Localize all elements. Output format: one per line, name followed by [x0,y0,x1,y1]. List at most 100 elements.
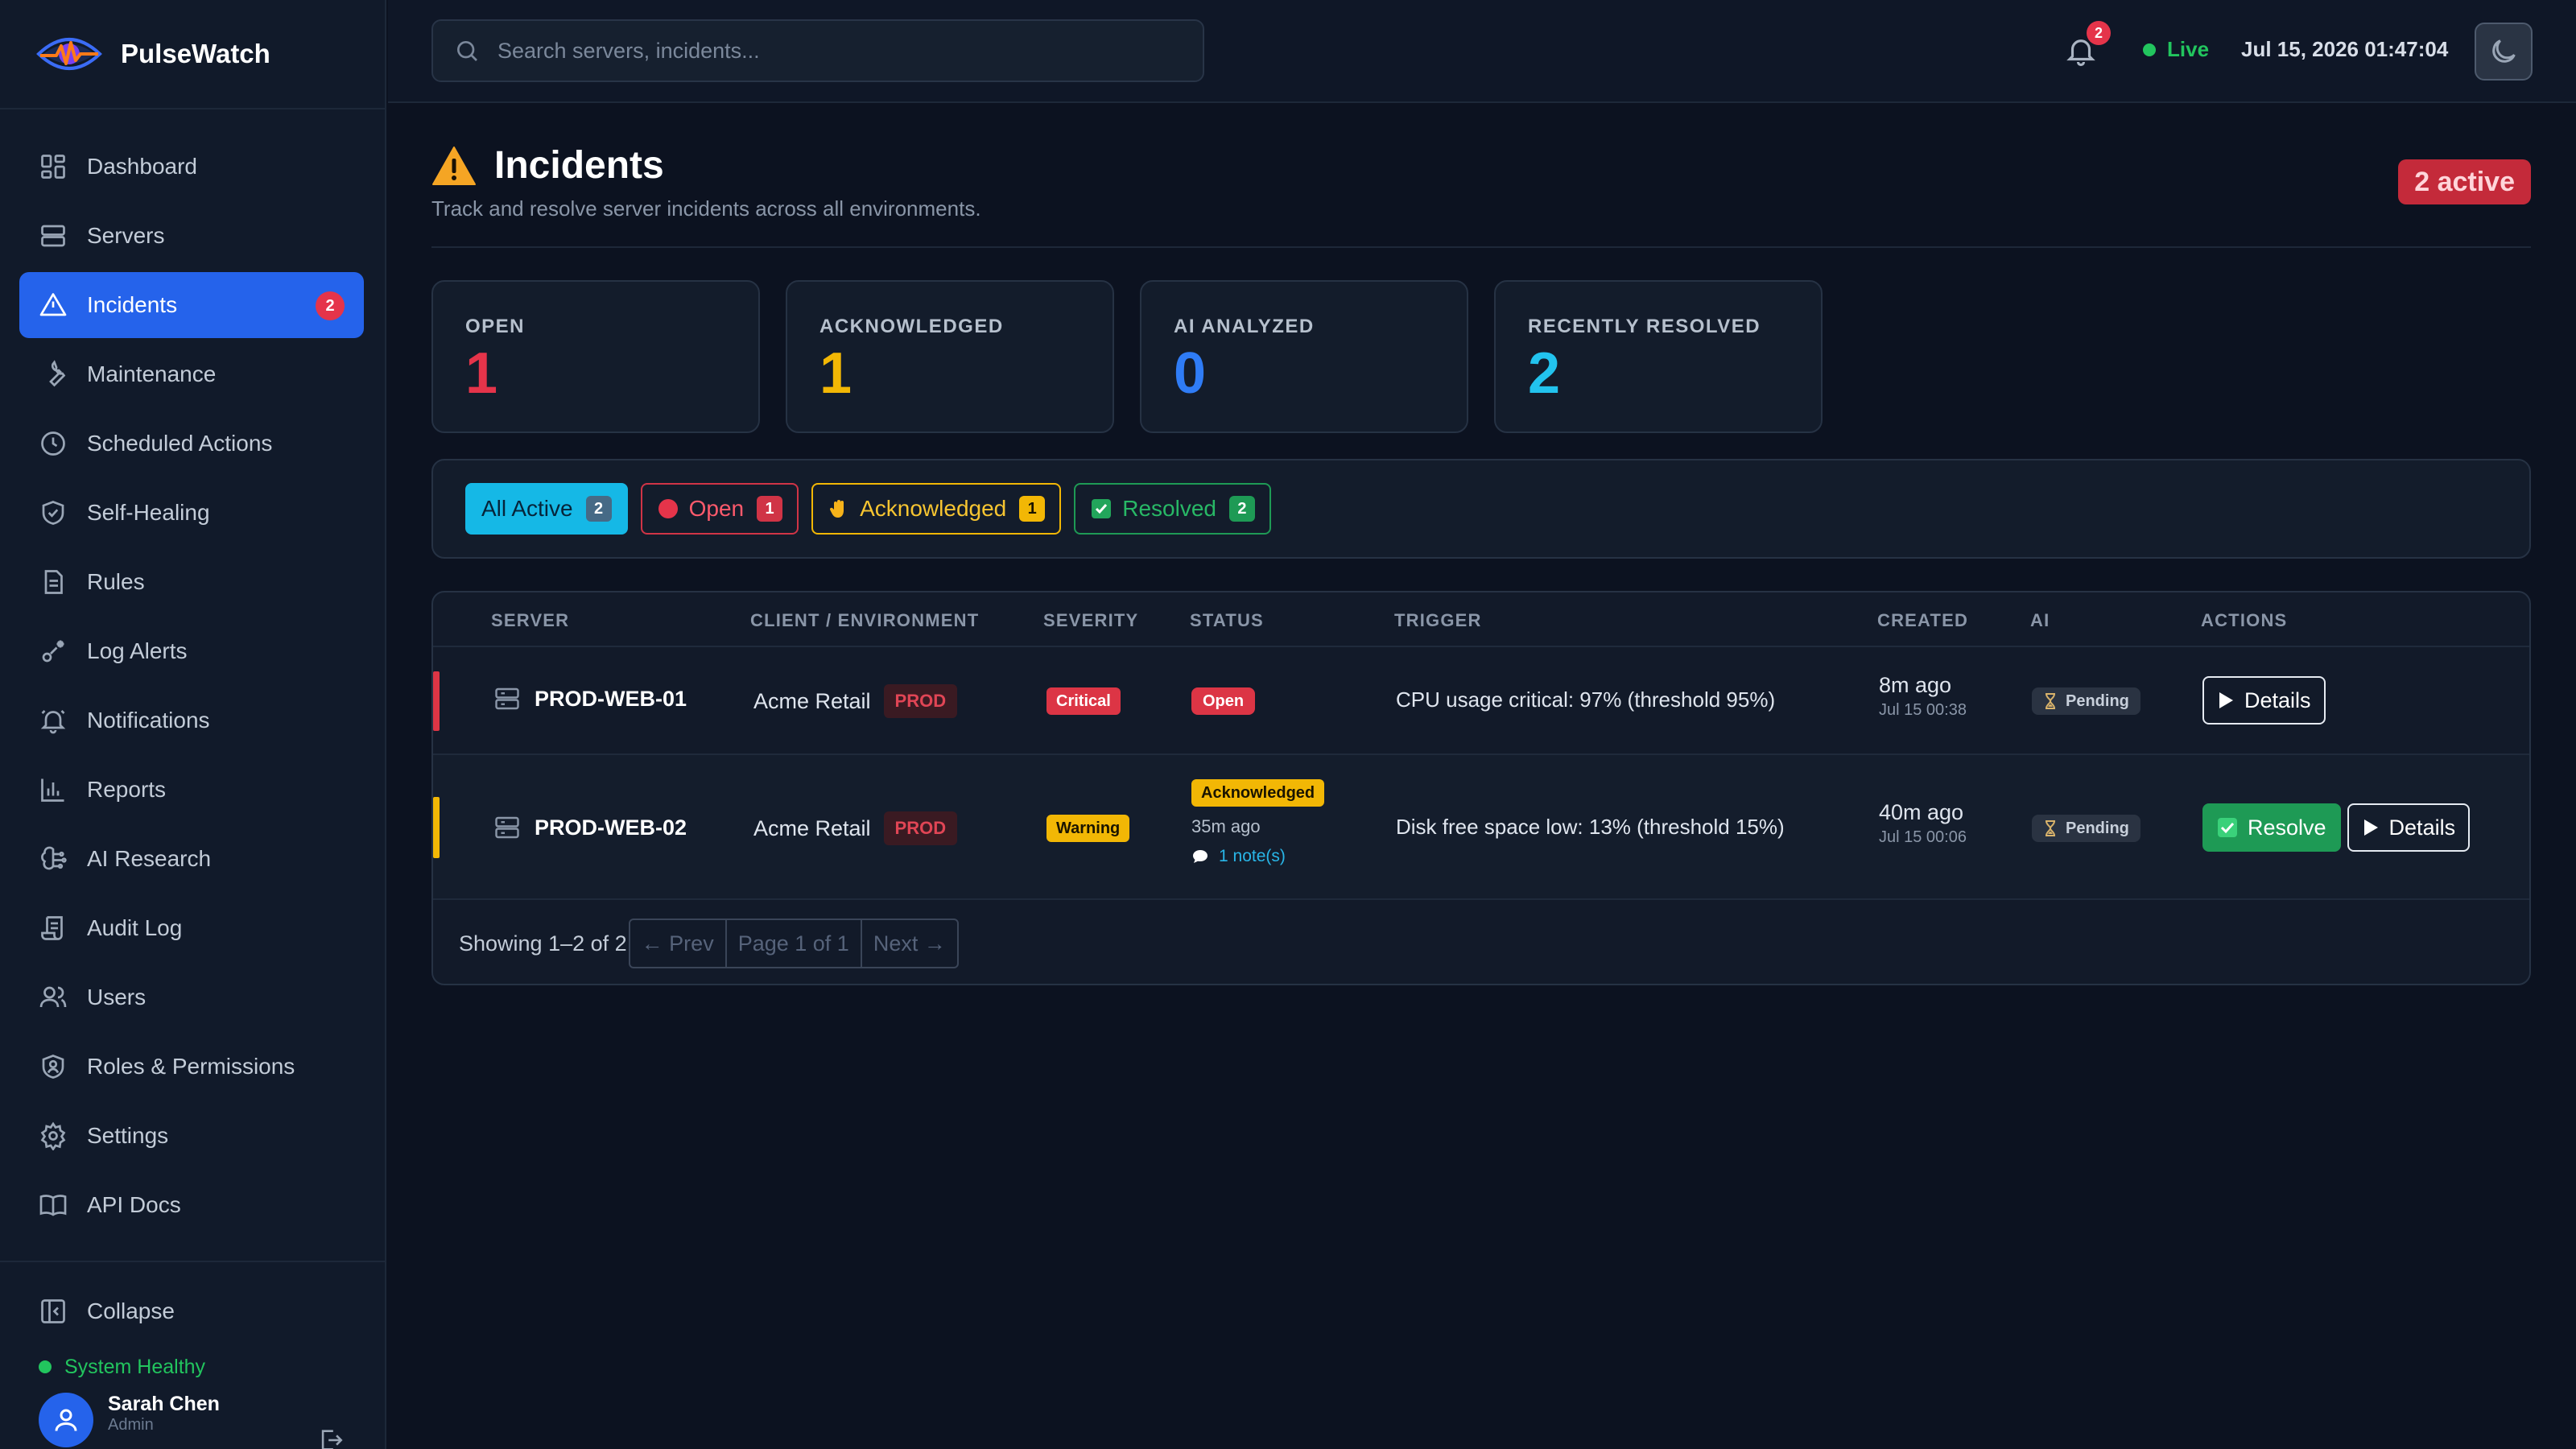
server-icon [41,225,65,247]
document-icon [44,570,63,594]
shield-check-icon [42,501,64,525]
raised-hand-icon [830,500,844,518]
health-dot-icon [39,1360,52,1373]
brand[interactable]: PulseWatch [0,0,385,109]
client-name: Acme Retail [753,815,871,840]
trigger-text: Disk free space low: 13% (threshold 15%) [1396,815,1785,839]
sidebar-item-label: Settings [87,1123,169,1148]
brain-icon [41,846,67,870]
filter-acknowledged-button[interactable]: Acknowledged 1 [811,483,1062,535]
status-badge: Open [1191,687,1256,715]
filter-label: Acknowledged [860,496,1007,521]
sidebar-item-users[interactable]: Users [19,964,364,1030]
sidebar-item-label: Audit Log [87,915,183,940]
created-relative: 8m ago [1879,673,1952,697]
ai-status-label: Pending [2066,819,2129,837]
sidebar-item-label: AI Research [87,846,212,871]
client-cell: Acme Retail PROD [753,811,958,845]
sidebar-item-notifications[interactable]: Notifications [19,687,364,753]
collapse-button[interactable]: Collapse [19,1278,364,1344]
column-header-severity[interactable]: SEVERITY [1043,610,1138,631]
column-header-client[interactable]: CLIENT / ENVIRONMENT [750,610,979,631]
sidebar-item-reports[interactable]: Reports [19,757,364,823]
table-row[interactable]: PROD-WEB-01 Acme Retail PROD Critical Op… [433,647,2529,755]
notification-count-badge: 2 [2087,21,2111,45]
prev-page-button[interactable]: ← Prev [630,920,727,967]
stat-card-open: OPEN 1 [431,280,760,433]
created-relative: 40m ago [1879,800,1964,824]
filter-resolved-button[interactable]: Resolved 2 [1074,483,1271,535]
column-header-ai[interactable]: AI [2030,610,2050,631]
filter-label: All Active [481,496,573,521]
table-row[interactable]: PROD-WEB-02 Acme Retail PROD Warning Ack… [433,755,2529,900]
speech-bubble-icon [1193,850,1208,863]
sidebar-item-maintenance[interactable]: Maintenance [19,341,364,407]
status-cell: Acknowledged 35m ago 1 note(s) [1191,779,1325,866]
theme-toggle-button[interactable] [2475,23,2533,80]
filter-label: Open [688,496,745,521]
sidebar-item-roles-permissions[interactable]: Roles & Permissions [19,1034,364,1100]
severity-cell: Warning [1046,815,1130,842]
avatar [39,1393,93,1447]
server-name[interactable]: PROD-WEB-01 [535,687,687,712]
clock-icon [41,431,65,456]
stat-card-recently-resolved: RECENTLY RESOLVED 2 [1494,280,1823,433]
column-header-server[interactable]: SERVER [491,610,569,631]
page-subtitle: Track and resolve server incidents acros… [431,196,981,221]
ai-cell: Pending [2032,687,2140,715]
sidebar-item-api-docs[interactable]: API Docs [19,1172,364,1238]
stat-card-acknowledged: ACKNOWLEDGED 1 [786,280,1114,433]
server-name[interactable]: PROD-WEB-02 [535,815,687,840]
table-header: SERVER CLIENT / ENVIRONMENT SEVERITY STA… [433,592,2529,647]
ai-status-badge: Pending [2032,815,2140,842]
sidebar-item-scheduled-actions[interactable]: Scheduled Actions [19,411,364,477]
warning-triangle-icon [432,146,476,185]
status-badge: Acknowledged [1191,779,1325,807]
stat-label: AI ANALYZED [1174,316,1315,337]
filter-all-active-button[interactable]: All Active 2 [465,483,628,535]
client-name: Acme Retail [753,688,871,713]
sidebar-item-ai-research[interactable]: AI Research [19,826,364,892]
logout-icon[interactable] [317,1426,345,1449]
stat-label: OPEN [465,316,526,337]
search-input[interactable] [497,38,1190,64]
book-icon [39,1195,67,1216]
search-box[interactable] [431,19,1204,82]
status-time: 35m ago [1191,816,1261,836]
system-health-status: System Healthy [0,1348,385,1386]
sidebar-item-servers[interactable]: Servers [19,203,364,269]
collapse-sidebar-icon [41,1299,65,1323]
page-title: Incidents [494,144,664,187]
sidebar-item-self-healing[interactable]: Self-Healing [19,480,364,546]
trigger-cell: CPU usage critical: 97% (threshold 95%) [1396,687,1775,712]
stats-row: OPEN 1 ACKNOWLEDGED 1 AI ANALYZED 0 RECE… [431,280,2531,433]
server-cell: PROD-WEB-02 [493,813,687,842]
page-header: Incidents Track and resolve server incid… [431,103,2531,248]
user-profile[interactable]: Sarah Chen Admin [39,1393,393,1449]
warning-icon [39,293,67,316]
sidebar-item-rules[interactable]: Rules [19,549,364,615]
sidebar-item-settings[interactable]: Settings [19,1103,364,1169]
details-button[interactable]: Details [2347,803,2471,852]
sidebar-item-audit-log[interactable]: Audit Log [19,895,364,961]
title-row: Incidents [431,143,664,188]
details-label: Details [2388,815,2456,840]
sidebar-item-incidents[interactable]: Incidents 2 [19,272,364,338]
column-header-status[interactable]: STATUS [1190,610,1264,631]
sidebar-item-dashboard[interactable]: Dashboard [19,134,364,200]
actions-cell: Details [2202,676,2326,724]
filter-open-button[interactable]: Open 1 [640,483,799,535]
column-header-trigger[interactable]: TRIGGER [1394,610,1482,631]
ai-status-label: Pending [2066,691,2129,710]
notes-link[interactable]: 1 note(s) [1191,847,1286,866]
ai-cell: Pending [2032,815,2140,842]
play-icon [2363,819,2378,836]
resolve-button[interactable]: Resolve [2202,803,2341,852]
sidebar-item-log-alerts[interactable]: Log Alerts [19,618,364,684]
column-header-created[interactable]: CREATED [1877,610,1968,631]
next-page-button[interactable]: Next → [862,920,957,967]
moon-icon [2492,39,2516,63]
incidents-count-badge: 2 [316,291,345,320]
severity-cell: Critical [1046,687,1121,715]
details-button[interactable]: Details [2202,676,2326,724]
